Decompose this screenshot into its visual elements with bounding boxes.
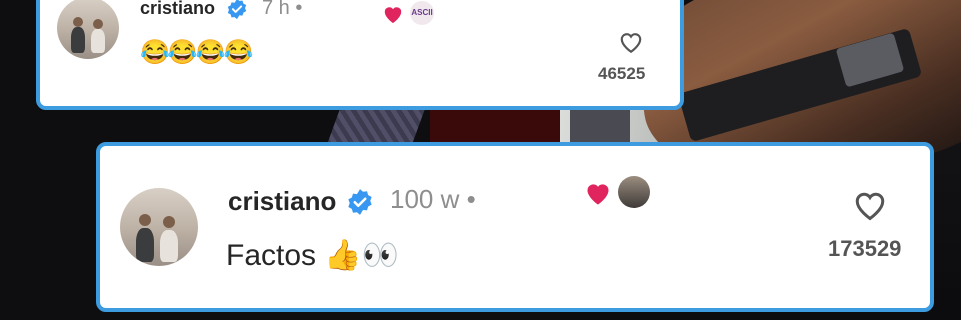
reactor-avatar[interactable]: ASCII (410, 1, 434, 25)
avatar[interactable] (120, 188, 198, 266)
avatar[interactable] (57, 0, 119, 59)
username[interactable]: cristiano (228, 186, 336, 217)
username[interactable]: cristiano (140, 0, 215, 19)
comment-card: cristiano 7 h • ASCII 😂😂😂😂 46525 (36, 0, 684, 110)
heart-outline-icon[interactable] (618, 30, 644, 54)
timestamp: 7 h • (262, 0, 303, 19)
heart-outline-icon[interactable] (852, 188, 888, 222)
verified-badge-icon (227, 0, 247, 20)
like-count: 173529 (828, 236, 902, 261)
verified-badge-icon (348, 189, 372, 215)
timestamp: 100 w • (390, 184, 476, 214)
comment-text: Factos 👍👀 (226, 239, 400, 272)
red-heart-icon (587, 184, 609, 205)
reactor-avatar[interactable] (618, 176, 650, 208)
red-heart-icon (384, 7, 402, 24)
comment-card: cristiano 100 w • Factos 👍👀 173529 (96, 142, 934, 312)
comment-text: 😂😂😂😂 (140, 39, 254, 66)
like-count: 46525 (598, 64, 646, 83)
